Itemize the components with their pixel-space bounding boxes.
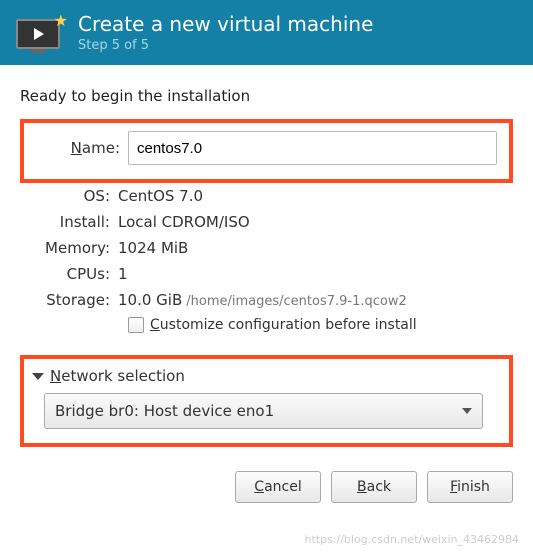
install-value: Local CDROM/ISO (118, 213, 250, 231)
network-selected: Bridge br0: Host device eno1 (55, 402, 274, 420)
name-highlight-box: Name: (20, 119, 513, 183)
customize-checkbox[interactable] (128, 317, 144, 333)
os-value: CentOS 7.0 (118, 187, 203, 205)
network-highlight-box: Network selection Bridge br0: Host devic… (20, 355, 513, 447)
dialog-header: ★ Create a new virtual machine Step 5 of… (0, 0, 533, 65)
storage-path: /home/images/centos7.9-1.qcow2 (186, 294, 407, 309)
customize-checkbox-row[interactable]: Customize configuration before install (128, 317, 513, 333)
storage-value: 10.0 GiB/home/images/centos7.9-1.qcow2 (118, 291, 407, 309)
network-expander-label: Network selection (50, 367, 185, 385)
name-label: Name: (30, 139, 128, 157)
storage-label: Storage: (20, 291, 118, 309)
dialog-footer: Cancel Back Finish (0, 461, 533, 521)
chevron-down-icon (462, 408, 472, 414)
cpus-value: 1 (118, 265, 128, 283)
name-input[interactable] (128, 131, 497, 165)
os-label: OS: (20, 187, 118, 205)
customize-label: Customize configuration before install (150, 317, 417, 333)
cancel-button[interactable]: Cancel (235, 471, 321, 503)
back-button[interactable]: Back (331, 471, 417, 503)
memory-label: Memory: (20, 239, 118, 257)
cpus-label: CPUs: (20, 265, 118, 283)
memory-value: 1024 MiB (118, 239, 188, 257)
network-dropdown[interactable]: Bridge br0: Host device eno1 (44, 393, 483, 429)
chevron-down-icon (32, 373, 44, 380)
network-expander[interactable]: Network selection (32, 367, 501, 385)
step-indicator: Step 5 of 5 (78, 38, 373, 53)
watermark: https://blog.csdn.net/weixin_43462984 (304, 533, 519, 546)
install-label: Install: (20, 213, 118, 231)
dialog-title: Create a new virtual machine (78, 12, 373, 36)
finish-button[interactable]: Finish (427, 471, 513, 503)
ready-text: Ready to begin the installation (20, 87, 513, 105)
vm-wizard-icon: ★ (16, 13, 64, 53)
